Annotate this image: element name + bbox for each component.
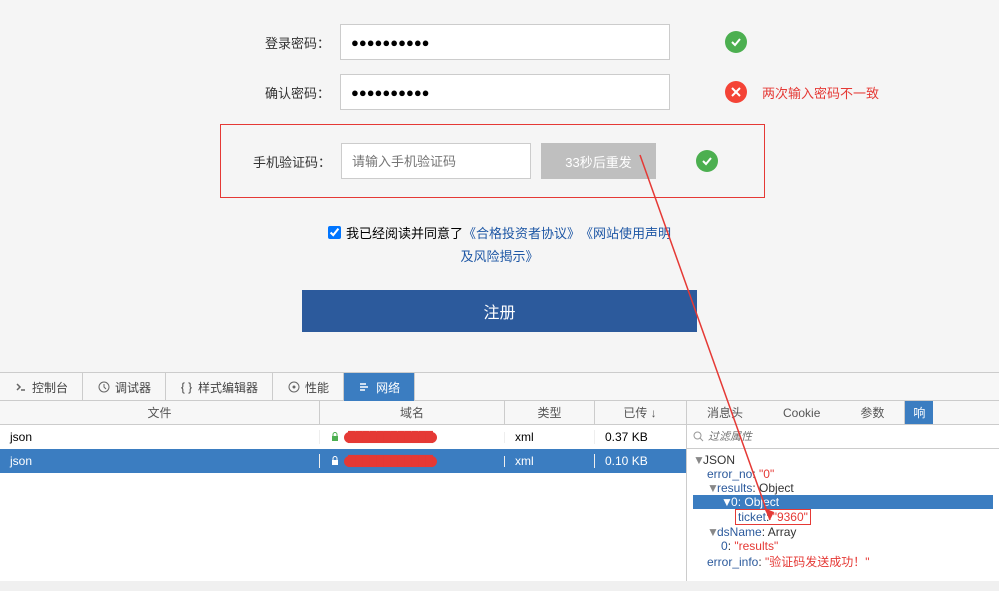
tab-network[interactable]: 网络: [344, 373, 415, 401]
col-file[interactable]: 文件: [0, 401, 320, 424]
tab-response[interactable]: 响: [904, 401, 933, 424]
confirm-password-label: 确认密码：: [230, 83, 330, 102]
tab-style-label: 样式编辑器: [198, 379, 258, 396]
cell-size: 0.10 KB: [595, 454, 685, 468]
tab-debugger-label: 调试器: [115, 379, 151, 396]
tab-style-editor[interactable]: { } 样式编辑器: [166, 373, 273, 401]
debugger-icon: [97, 381, 110, 394]
cell-domain: ████████████: [320, 456, 505, 467]
console-icon: [14, 381, 27, 394]
cell-type: xml: [505, 454, 595, 468]
password-row: 登录密码：: [0, 24, 999, 60]
tab-cookie[interactable]: Cookie: [763, 401, 840, 424]
agree-checkbox[interactable]: [328, 226, 341, 239]
ticket-highlight: ticket: "9360": [735, 509, 811, 525]
agree-prefix: 我已经阅读并同意了: [346, 223, 463, 242]
captcha-label: 手机验证码：: [236, 152, 331, 171]
performance-icon: [287, 381, 300, 394]
response-panel: 消息头 Cookie 参数 响 ▼JSON error_no: "0" ▼res…: [686, 401, 999, 581]
cell-type: xml: [505, 430, 595, 444]
chevron-down-icon: ↓: [651, 406, 657, 420]
cell-file: json: [0, 430, 320, 444]
tab-network-label: 网络: [376, 379, 400, 396]
password-label: 登录密码：: [230, 33, 330, 52]
lock-icon: [330, 456, 340, 466]
error-icon: [725, 81, 747, 103]
table-row[interactable]: json ████████████ xml 0.37 KB: [0, 425, 686, 449]
response-tabs: 消息头 Cookie 参数 响: [687, 401, 999, 425]
lock-icon: [330, 432, 340, 442]
tab-headers[interactable]: 消息头: [687, 401, 763, 424]
password-input[interactable]: [340, 24, 670, 60]
check-icon: [696, 150, 718, 172]
register-button[interactable]: 注册: [302, 290, 697, 332]
style-editor-icon: { }: [180, 381, 193, 394]
devtools-tab-bar: 控制台 调试器 { } 样式编辑器 性能 网络: [0, 373, 999, 401]
agreement-row-2: 及风险揭示》: [0, 246, 999, 265]
captcha-box: 手机验证码： 33秒后重发: [220, 124, 765, 198]
resend-button[interactable]: 33秒后重发: [541, 143, 656, 179]
network-columns-header: 文件 域名 类型 已传 ↓: [0, 401, 686, 425]
tab-console[interactable]: 控制台: [0, 373, 83, 401]
investor-agreement-link[interactable]: 《合格投资者协议》: [463, 223, 580, 242]
col-type[interactable]: 类型: [505, 401, 595, 424]
check-icon: [725, 31, 747, 53]
tab-perf-label: 性能: [305, 379, 329, 396]
filter-bar: [687, 425, 999, 449]
tab-debugger[interactable]: 调试器: [83, 373, 166, 401]
captcha-input[interactable]: [341, 143, 531, 179]
confirm-error-text: 两次输入密码不一致: [762, 83, 879, 102]
json-viewer[interactable]: ▼JSON error_no: "0" ▼results: Object ▼0:…: [687, 449, 999, 574]
tab-console-label: 控制台: [32, 379, 68, 396]
filter-input[interactable]: [708, 431, 993, 443]
cell-size: 0.37 KB: [595, 430, 685, 444]
tab-params[interactable]: 参数: [840, 401, 904, 424]
registration-form: 登录密码： 确认密码： 两次输入密码不一致 手机验证码： 33秒后重发 我已经阅…: [0, 0, 999, 372]
redacted-domain: ████████████: [344, 432, 437, 443]
site-terms-link[interactable]: 《网站使用声明: [580, 223, 671, 242]
tab-performance[interactable]: 性能: [273, 373, 344, 401]
redacted-domain: ████████████: [344, 456, 437, 467]
devtools-body: 文件 域名 类型 已传 ↓ json ████████████ xml 0.37…: [0, 401, 999, 581]
col-domain[interactable]: 域名: [320, 401, 505, 424]
col-size[interactable]: 已传 ↓: [595, 401, 685, 424]
cell-domain: ████████████: [320, 432, 505, 443]
cell-file: json: [0, 454, 320, 468]
confirm-password-row: 确认密码： 两次输入密码不一致: [0, 74, 999, 110]
risk-disclosure-link[interactable]: 及风险揭示》: [460, 249, 538, 264]
agreement-row: 我已经阅读并同意了 《合格投资者协议》 《网站使用声明: [0, 223, 999, 242]
table-row[interactable]: json ████████████ xml 0.10 KB: [0, 449, 686, 473]
network-icon: [358, 381, 371, 394]
network-request-list: 文件 域名 类型 已传 ↓ json ████████████ xml 0.37…: [0, 401, 686, 581]
confirm-password-input[interactable]: [340, 74, 670, 110]
devtools-panel: 控制台 调试器 { } 样式编辑器 性能 网络 文件 域名 类型 已传 ↓: [0, 372, 999, 581]
search-icon: [693, 431, 704, 442]
